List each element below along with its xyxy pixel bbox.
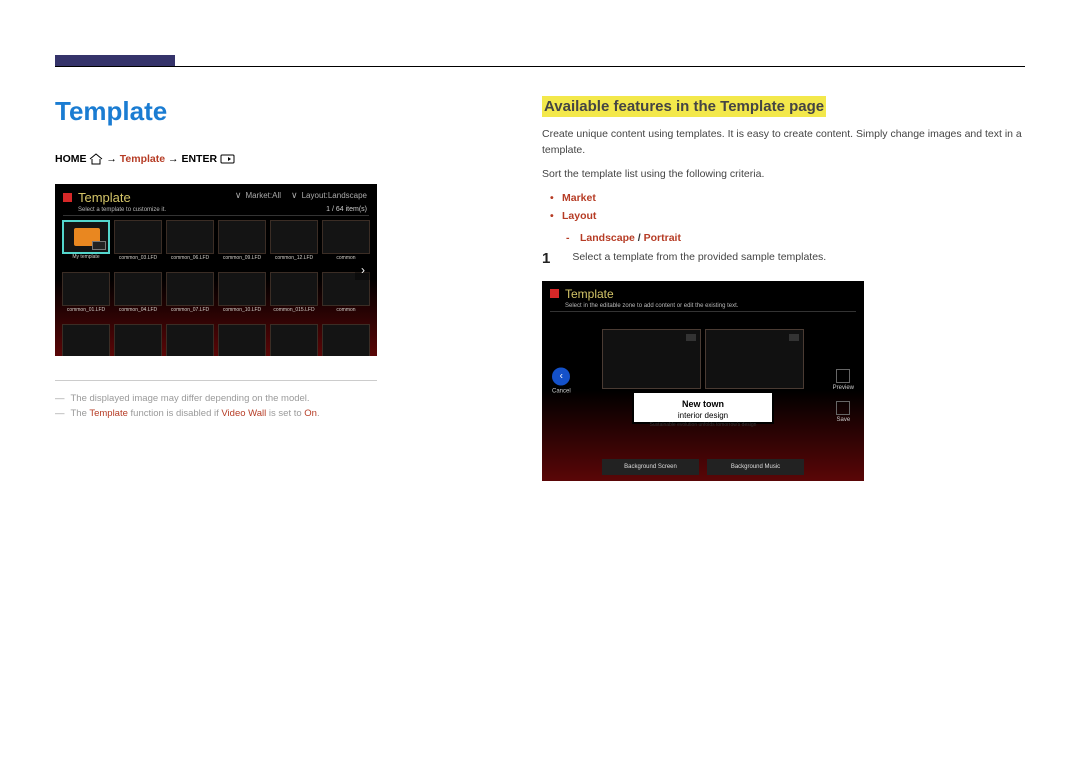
chevron-down-icon: ∨ — [291, 190, 298, 200]
caption-editable-zone[interactable]: New town interior design Sustainable evo… — [632, 391, 773, 424]
market-filter[interactable]: ∨Market:All — [235, 190, 281, 201]
template-thumb[interactable]: common — [322, 220, 370, 254]
template-thumb[interactable]: common_02.LFD — [62, 324, 110, 356]
thumb-label: My template — [64, 254, 108, 260]
caption-subtitle: interior design — [638, 411, 767, 420]
breadcrumb-enter: ENTER — [181, 153, 217, 165]
preview-button[interactable] — [836, 369, 850, 383]
cancel-label: Cancel — [552, 388, 571, 394]
template-thumb[interactable]: common_12.LFD — [270, 220, 318, 254]
template-thumb[interactable]: common_07.LFD — [166, 272, 214, 306]
thumb-label: common — [323, 307, 369, 313]
panel-subtitle: Select in the editable zone to add conte… — [542, 303, 864, 311]
chevron-down-icon: ∨ — [235, 190, 242, 200]
cancel-button[interactable]: ‹ — [552, 367, 570, 385]
app-icon — [550, 289, 559, 298]
preview-label: Preview — [833, 385, 854, 391]
left-divider — [55, 380, 377, 381]
body-paragraph: Sort the template list using the followi… — [542, 167, 1025, 183]
thumb-label: common_04.LFD — [115, 307, 161, 313]
thumb-label: common_03.LFD — [115, 255, 161, 261]
template-thumb[interactable]: common_14.LFD — [270, 324, 318, 356]
edit-icon — [789, 334, 799, 341]
app-icon — [63, 193, 72, 202]
note-line: ―The displayed image may differ dependin… — [55, 391, 377, 406]
panel-title: Template — [78, 190, 131, 205]
editable-zone[interactable] — [705, 329, 804, 390]
thumb-label: common_09.LFD — [219, 255, 265, 261]
thumb-label: common_12.LFD — [271, 255, 317, 261]
template-thumb[interactable]: common_08.LFD — [166, 324, 214, 356]
body-paragraph: Create unique content using templates. I… — [542, 127, 1025, 159]
next-arrow-button[interactable]: › — [355, 260, 371, 280]
home-icon — [89, 153, 103, 168]
template-thumb[interactable]: common_09.LFD — [218, 220, 266, 254]
template-list-screenshot: Template Select a template to customize … — [55, 184, 377, 356]
bullet-market: Market — [562, 190, 1025, 208]
bullet-layout: Layout — [562, 208, 1025, 226]
breadcrumb-arrow: → — [106, 153, 117, 165]
step-number: 1 — [542, 250, 550, 267]
panel-title: Template — [565, 287, 614, 301]
thumb-label: common_015.LFD — [271, 307, 317, 313]
template-thumb[interactable]: common_04.LFD — [114, 272, 162, 306]
mini-preview — [92, 241, 106, 250]
caption-tagline: Sustainable evolution unfolds tomorrow's… — [638, 422, 767, 428]
background-music-button[interactable]: Background Music — [707, 459, 804, 475]
sub-bullet-orientation: Landscape / Portrait — [580, 232, 1025, 244]
step-text: Select a template from the provided samp… — [572, 250, 826, 267]
thumb-label: common_07.LFD — [167, 307, 213, 313]
template-thumb[interactable]: common_11.LFD — [218, 324, 266, 356]
header-divider — [55, 66, 1025, 67]
breadcrumb-template: Template — [120, 153, 165, 165]
template-thumb[interactable]: common — [322, 324, 370, 356]
back-arrow-icon: ‹ — [560, 371, 563, 382]
header-accent-bar — [55, 55, 175, 66]
thumb-label: common_10.LFD — [219, 307, 265, 313]
chevron-right-icon: › — [361, 263, 365, 277]
save-button[interactable] — [836, 401, 850, 415]
thumb-label: common_01.LFD — [63, 307, 109, 313]
template-thumb[interactable]: common_05.LFD — [114, 324, 162, 356]
page-title: Template — [55, 96, 377, 127]
note-line: ―The Template function is disabled if Vi… — [55, 406, 377, 421]
breadcrumb: HOME → Template → ENTER — [55, 153, 377, 168]
template-thumb[interactable]: My template — [62, 220, 110, 254]
template-edit-screenshot: Template Select in the editable zone to … — [542, 281, 864, 481]
enter-icon — [220, 153, 236, 168]
template-thumb[interactable]: common_015.LFD — [270, 272, 318, 306]
edit-icon — [686, 334, 696, 341]
thumb-label: common_06.LFD — [167, 255, 213, 261]
save-label: Save — [833, 417, 854, 423]
pager-count: 1 / 64 item(s) — [326, 206, 367, 213]
breadcrumb-home: HOME — [55, 153, 87, 165]
breadcrumb-arrow: → — [168, 153, 179, 165]
template-thumb[interactable]: common_06.LFD — [166, 220, 214, 254]
section-subtitle: Available features in the Template page — [542, 96, 826, 117]
background-screen-button[interactable]: Background Screen — [602, 459, 699, 475]
template-thumb[interactable]: common_01.LFD — [62, 272, 110, 306]
caption-title: New town — [638, 399, 767, 409]
template-thumb[interactable]: common_03.LFD — [114, 220, 162, 254]
editable-zone[interactable] — [602, 329, 701, 390]
template-thumb[interactable]: common_10.LFD — [218, 272, 266, 306]
layout-filter[interactable]: ∨Layout:Landscape — [291, 190, 367, 201]
